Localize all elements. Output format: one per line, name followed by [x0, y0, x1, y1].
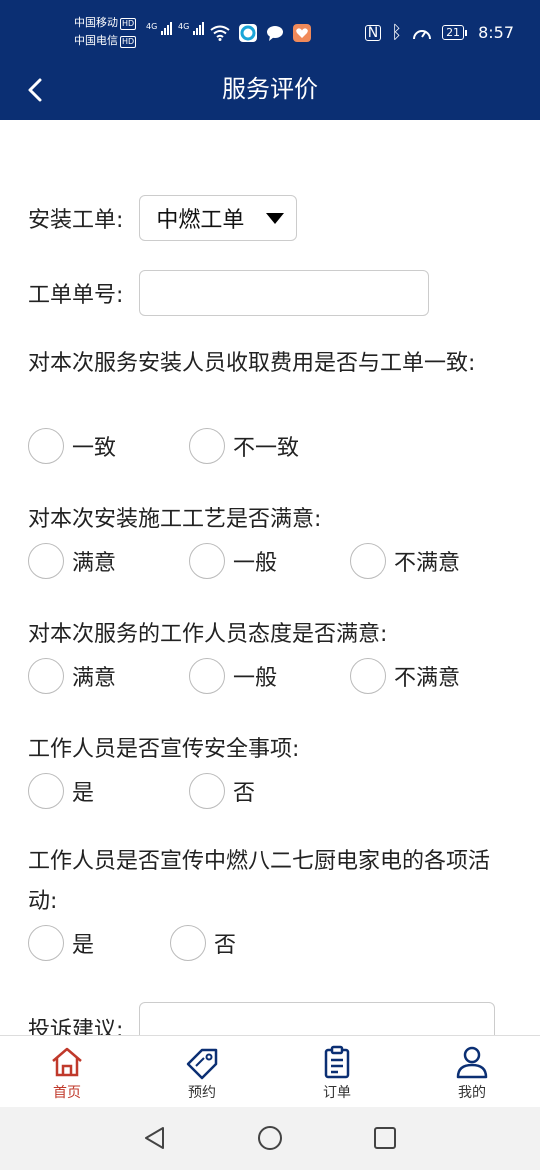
nav-item-orders[interactable]: 订单 [297, 1044, 377, 1102]
nav-label-mine: 我的 [458, 1085, 486, 1101]
question-workmanship: 对本次安装施工工艺是否满意: [28, 507, 322, 532]
right-status: N ᛒ 21 8:57 [364, 22, 514, 43]
install-order-row: 安装工单: 中燃工单 [28, 195, 298, 241]
page-title: 服务评价 [222, 75, 318, 103]
question-staff-attitude: 对本次服务的工作人员态度是否满意: [28, 622, 388, 647]
order-no-label: 工单单号: [28, 283, 124, 308]
radio-circle[interactable] [189, 543, 225, 579]
order-no-input[interactable] [139, 270, 430, 316]
radio-option[interactable]: 满意 [28, 658, 116, 694]
complaint-input[interactable] [139, 1002, 496, 1035]
complaint-label: 投诉建议: [28, 1018, 124, 1035]
options-safety-promotion: 是 否 [28, 773, 528, 813]
app-icon-browser [239, 23, 258, 42]
radio-option[interactable]: 一般 [189, 658, 277, 694]
top-bar: 中国移动 HD 中国电信 HD 4G 4G N ᛒ 21 8:57 服务评价 [0, 0, 540, 120]
carrier-2: 中国电信 [74, 34, 118, 47]
hd-badge-2: HD [120, 36, 137, 48]
user-icon [456, 1046, 488, 1079]
signal-icon-2: 4G [178, 22, 205, 35]
options-fee-consistency: 一致 不一致 [28, 428, 528, 468]
system-back-button[interactable] [142, 1125, 168, 1155]
nfc-icon: N [364, 24, 382, 41]
app-icon-heart [293, 23, 312, 42]
radio-circle[interactable] [28, 543, 64, 579]
question-activity-promotion: 工作人员是否宣传中燃八二七厨电家电的各项活动: [28, 849, 491, 914]
radio-circle[interactable] [189, 428, 225, 464]
page-header: 服务评价 [0, 64, 540, 120]
nav-item-mine[interactable]: 我的 [432, 1044, 512, 1102]
caret-down-icon [266, 212, 285, 224]
nav-item-home[interactable]: 首页 [27, 1044, 107, 1102]
radio-circle[interactable] [28, 428, 64, 464]
radio-option[interactable]: 不一致 [189, 428, 299, 464]
radio-circle[interactable] [28, 773, 64, 809]
clock: 8:57 [478, 23, 514, 42]
radio-option[interactable]: 否 [170, 925, 236, 961]
radio-option[interactable]: 是 [28, 925, 94, 961]
bluetooth-icon: ᛒ [391, 22, 403, 43]
tag-icon [186, 1048, 218, 1080]
chat-icon [266, 24, 284, 42]
nav-label-booking: 预约 [188, 1085, 216, 1101]
wifi-icon [210, 25, 230, 41]
order-no-row: 工单单号: [28, 270, 430, 316]
bottom-nav: 首页 预约 订单 我的 [0, 1035, 540, 1107]
status-bar: 中国移动 HD 中国电信 HD 4G 4G N ᛒ 21 8:57 [0, 0, 540, 64]
radio-option[interactable]: 否 [189, 773, 255, 809]
radio-option[interactable]: 不满意 [350, 658, 460, 694]
nav-label-orders: 订单 [323, 1085, 351, 1101]
question-safety-promotion: 工作人员是否宣传安全事项: [28, 737, 300, 762]
question-fee-consistency: 对本次服务安装人员收取费用是否与工单一致: [28, 351, 476, 376]
options-workmanship: 满意 一般 不满意 [28, 543, 528, 583]
radio-option[interactable]: 一致 [28, 428, 116, 464]
complaint-row: 投诉建议: [28, 994, 496, 1035]
radio-option[interactable]: 一般 [189, 543, 277, 579]
status-icons [210, 22, 312, 42]
install-order-label: 安装工单: [28, 208, 124, 233]
radio-circle[interactable] [28, 658, 64, 694]
square-recents-icon [374, 1127, 396, 1149]
radio-option[interactable]: 不满意 [350, 543, 460, 579]
signal-icon-1: 4G [146, 22, 173, 35]
radio-circle[interactable] [189, 773, 225, 809]
system-nav-bar [0, 1107, 540, 1170]
hd-badge-1: HD [120, 18, 137, 30]
speed-icon [413, 29, 432, 39]
radio-circle[interactable] [350, 658, 386, 694]
system-home-button[interactable] [257, 1125, 283, 1155]
review-form: 安装工单: 中燃工单 工单单号: 对本次服务安装人员收取费用是否与工单一致: 一… [0, 120, 540, 1035]
carrier-info: 中国移动 HD 中国电信 HD [74, 14, 137, 50]
radio-circle[interactable] [350, 543, 386, 579]
battery-icon: 21 [442, 25, 468, 40]
clipboard-icon [324, 1045, 350, 1079]
nav-item-booking[interactable]: 预约 [162, 1044, 242, 1102]
radio-circle[interactable] [170, 925, 206, 961]
carrier-1: 中国移动 [74, 16, 118, 29]
options-staff-attitude: 满意 一般 不满意 [28, 658, 528, 698]
circle-home-icon [258, 1126, 282, 1150]
home-icon [52, 1047, 82, 1077]
options-activity-promotion: 是 否 [28, 925, 528, 965]
radio-circle[interactable] [189, 658, 225, 694]
radio-option[interactable]: 是 [28, 773, 94, 809]
triangle-back-icon [145, 1127, 164, 1149]
radio-option[interactable]: 满意 [28, 543, 116, 579]
install-order-select[interactable]: 中燃工单 [139, 195, 298, 241]
nav-label-home: 首页 [53, 1085, 81, 1101]
system-recents-button[interactable] [372, 1125, 398, 1155]
radio-circle[interactable] [28, 925, 64, 961]
install-order-value: 中燃工单 [156, 208, 245, 233]
